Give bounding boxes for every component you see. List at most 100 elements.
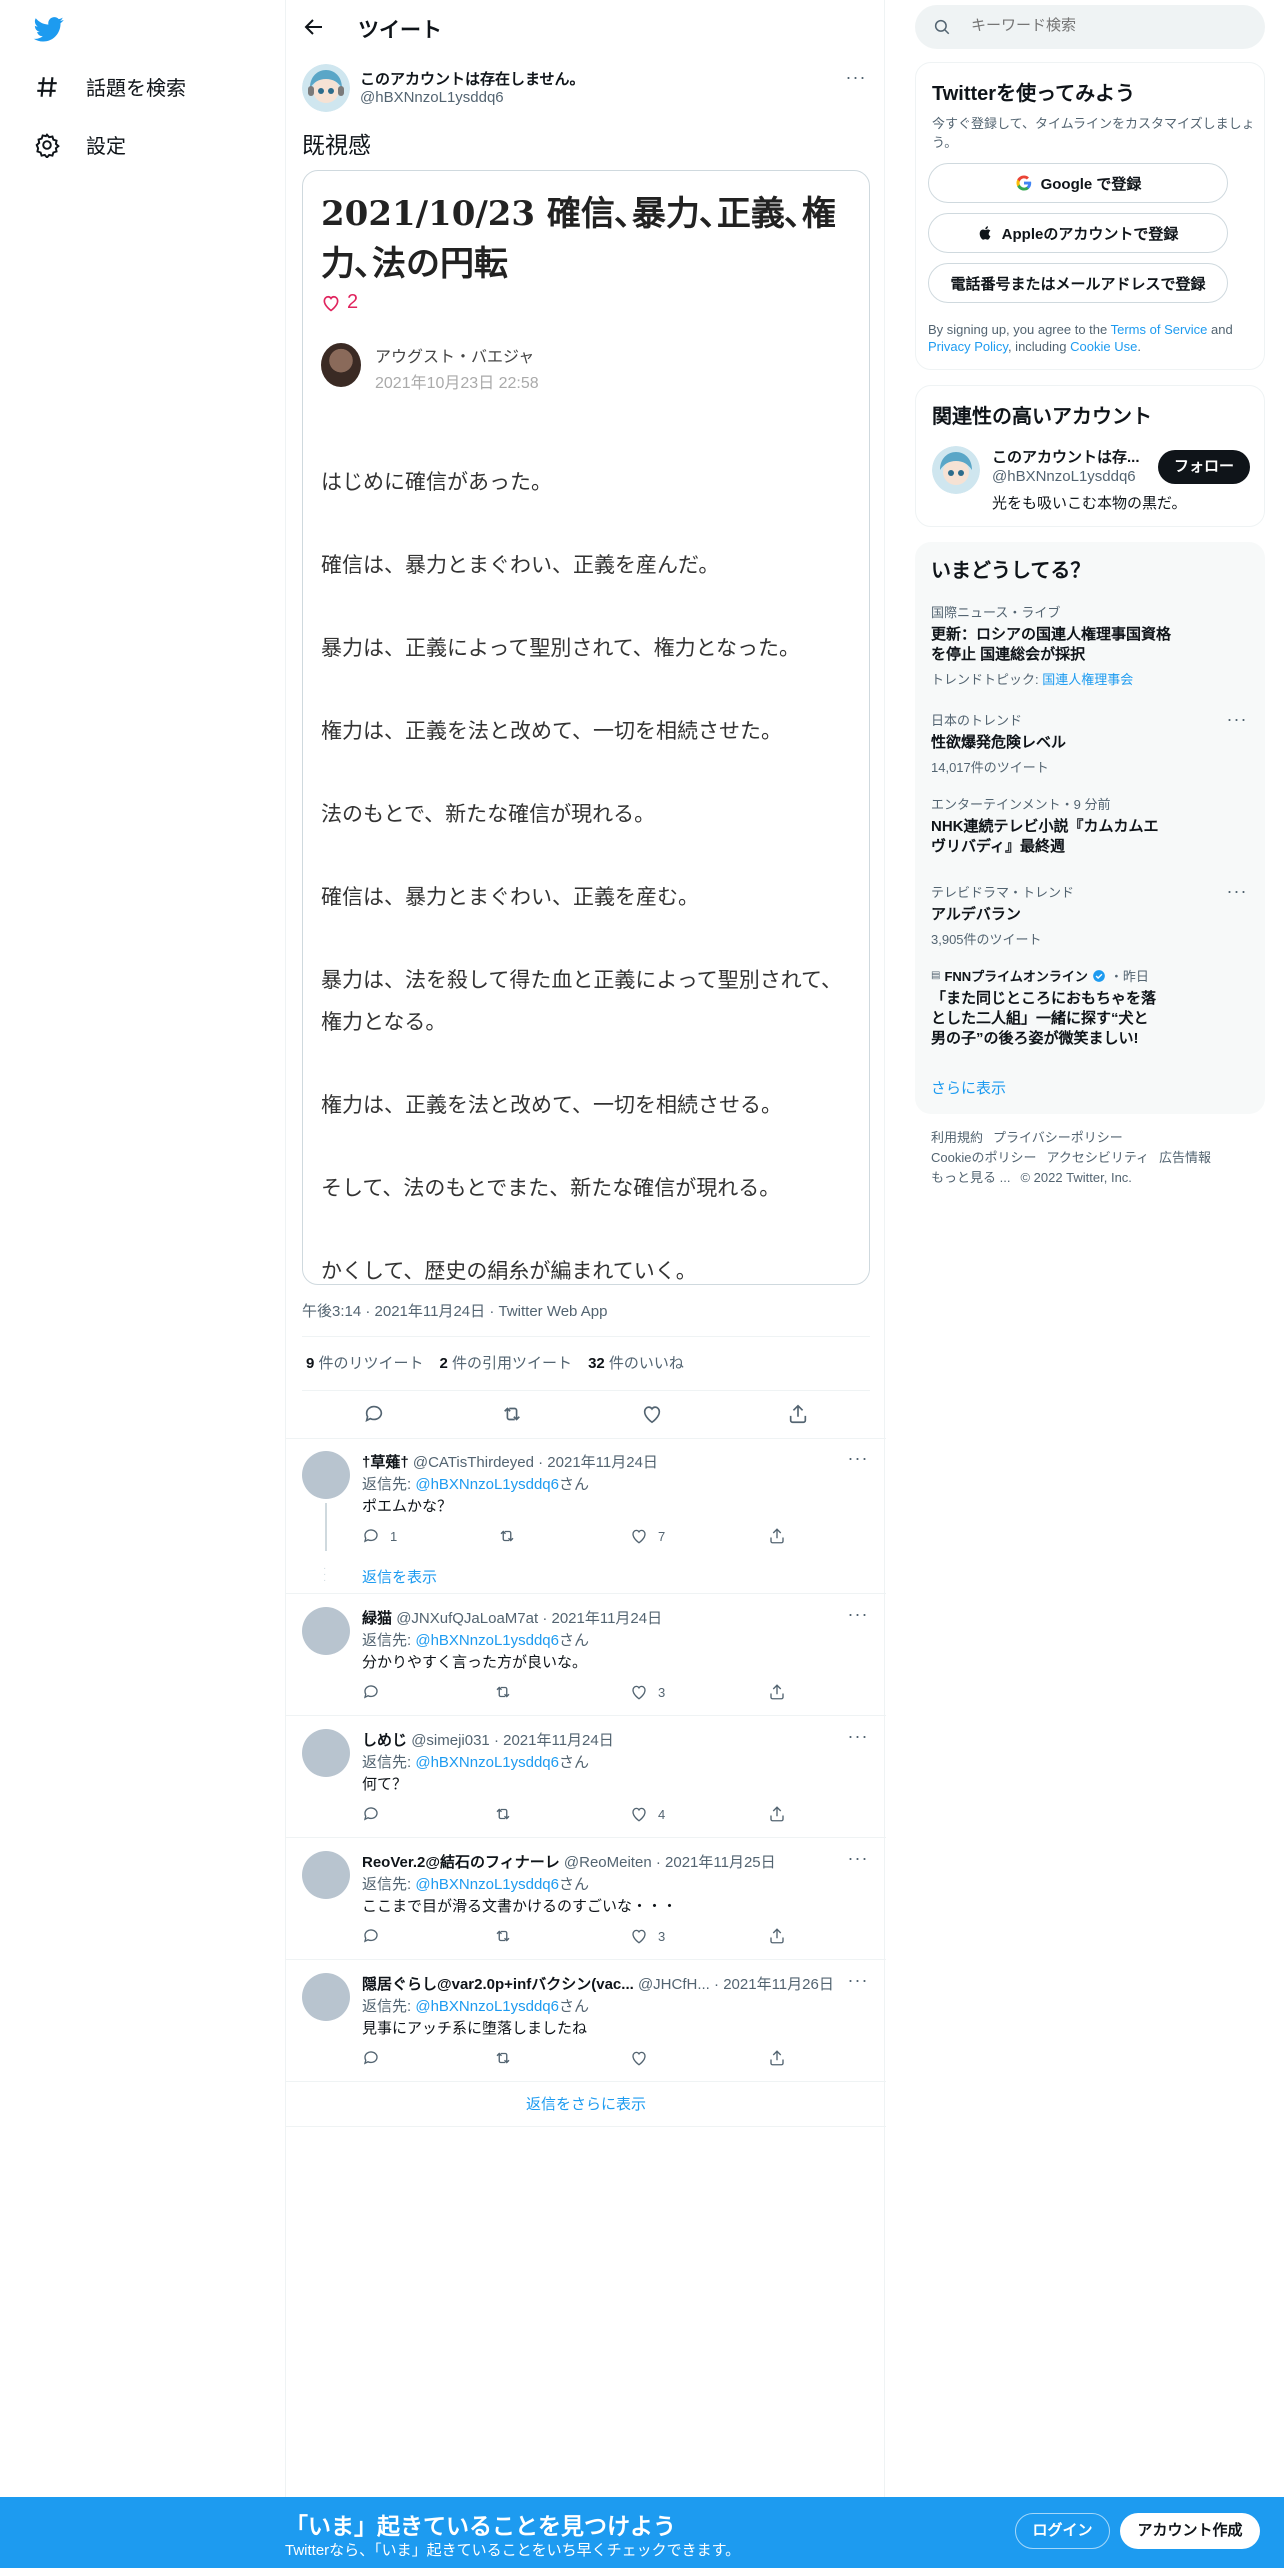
more-options-icon[interactable]: ···	[846, 1449, 870, 1475]
related-avatar[interactable]	[932, 446, 980, 494]
footer-terms-link[interactable]: 利用規約	[931, 1130, 983, 1145]
trend-item[interactable]: ▤ FNNプライムオンライン ・昨日 「また同じところにおもちゃを落とした二人組…	[931, 966, 1251, 1049]
share-button[interactable]	[768, 1805, 786, 1823]
like-button[interactable]	[630, 2049, 658, 2067]
reply-handle[interactable]: @JNXufQJaLoaM7at	[396, 1610, 538, 1627]
retweet-button[interactable]	[498, 1527, 516, 1545]
tweet-timestamp[interactable]: 午後3:14 · 2021年11月24日 · Twitter Web App	[302, 1300, 607, 1321]
phone-email-signup-button[interactable]: 電話番号またはメールアドレスで登録	[928, 263, 1228, 303]
reply-item[interactable]: しめじ @simeji031 · 2021年11月24日 ··· 返信先: @h…	[286, 1717, 886, 1838]
reply-date[interactable]: · 2021年11月26日	[714, 1976, 834, 1993]
retweet-button[interactable]	[494, 1805, 512, 1823]
like-button[interactable]: 7	[630, 1527, 665, 1545]
footer-privacy-link[interactable]: プライバシーポリシー	[993, 1130, 1123, 1145]
trends-show-more-link[interactable]: さらに表示	[931, 1077, 1006, 1098]
retweet-icon[interactable]	[501, 1403, 523, 1425]
related-handle[interactable]: @hBXNnzoL1ysddq6	[992, 468, 1136, 485]
share-button[interactable]	[768, 2049, 786, 2067]
trend-topic-link[interactable]: 国連人権理事会	[1042, 672, 1133, 687]
reply-item[interactable]: 緑猫 @JNXufQJaLoaM7at · 2021年11月24日 ··· 返信…	[286, 1595, 886, 1716]
footer-accessibility-link[interactable]: アクセシビリティ	[1046, 1150, 1149, 1165]
reply-to-handle[interactable]: @hBXNnzoL1ysddq6	[415, 1876, 559, 1893]
reply-button[interactable]	[362, 1683, 390, 1701]
reply-handle[interactable]: @JHCfH...	[638, 1976, 710, 1993]
cookie-link[interactable]: Cookie Use	[1070, 339, 1137, 354]
like-button[interactable]: 4	[630, 1805, 665, 1823]
reply-avatar[interactable]	[302, 1607, 350, 1655]
reply-button[interactable]	[362, 1927, 390, 1945]
author-handle[interactable]: @hBXNnzoL1ysddq6	[360, 89, 504, 106]
reply-button[interactable]	[362, 1805, 390, 1823]
more-options-icon[interactable]: ···	[846, 1727, 870, 1753]
reply-date[interactable]: · 2021年11月25日	[656, 1854, 776, 1871]
footer-ads-link[interactable]: 広告情報	[1159, 1150, 1211, 1165]
like-button[interactable]: 3	[630, 1927, 665, 1945]
reply-handle[interactable]: @CATisThirdeyed	[413, 1454, 534, 1471]
search-bar[interactable]	[915, 5, 1265, 49]
reply-date[interactable]: · 2021年11月24日	[494, 1732, 614, 1749]
reply-avatar[interactable]	[302, 1851, 350, 1899]
reply-handle[interactable]: @simeji031	[411, 1732, 490, 1749]
reply-to-handle[interactable]: @hBXNnzoL1ysddq6	[415, 1754, 559, 1771]
follow-button[interactable]: フォロー	[1158, 450, 1250, 484]
more-options-icon[interactable]: ···	[844, 68, 868, 94]
trend-item[interactable]: 日本のトレンド 性欲爆発危険レベル 14,017件のツイート	[931, 710, 1251, 776]
google-signup-button[interactable]: Google で登録	[928, 163, 1228, 203]
back-arrow-icon[interactable]	[302, 15, 326, 39]
retweet-button[interactable]	[494, 2049, 512, 2067]
trend-item[interactable]: 国際ニュース・ライブ 更新：ロシアの国連人権理事国資格を停止 国連総会が採択 ト…	[931, 602, 1251, 688]
terms-link[interactable]: Terms of Service	[1111, 322, 1208, 337]
nav-explore[interactable]: 話題を検索	[34, 72, 186, 101]
author-avatar[interactable]	[302, 64, 350, 112]
share-button[interactable]	[768, 1527, 786, 1545]
more-options-icon[interactable]: ···	[1225, 882, 1249, 908]
reply-name[interactable]: ReoVer.2@結石のフィナーレ	[362, 1854, 560, 1871]
reply-item[interactable]: 隠居ぐらし@var2.0p+infバクシン(vac... @JHCfH... ·…	[286, 1961, 886, 2082]
reply-item[interactable]: · · · †草薙† @CATisThirdeyed · 2021年11月24日 ·…	[286, 1439, 886, 1594]
nav-settings[interactable]: 設定	[34, 130, 126, 159]
reply-date[interactable]: · 2021年11月24日	[542, 1610, 662, 1627]
reply-to-handle[interactable]: @hBXNnzoL1ysddq6	[415, 1632, 559, 1649]
footer-more-link[interactable]: もっと見る ...	[931, 1170, 1010, 1185]
like-button[interactable]: 3	[630, 1683, 665, 1701]
retweet-button[interactable]	[494, 1683, 512, 1701]
apple-signup-button[interactable]: Appleのアカウントで登録	[928, 213, 1228, 253]
reply-handle[interactable]: @ReoMeiten	[564, 1854, 652, 1871]
reply-to-handle[interactable]: @hBXNnzoL1ysddq6	[415, 1998, 559, 2015]
trend-item[interactable]: エンターテインメント・9 分前 NHK連続テレビ小説『カムカムエヴリバディ』最終…	[931, 794, 1251, 857]
retweet-button[interactable]	[494, 1927, 512, 1945]
reply-name[interactable]: 緑猫	[362, 1610, 392, 1627]
show-more-replies-link[interactable]: 返信をさらに表示	[286, 2082, 886, 2127]
privacy-link[interactable]: Privacy Policy	[928, 339, 1008, 354]
more-options-icon[interactable]: ···	[846, 1849, 870, 1875]
likes-stat[interactable]: 32 件のいいね	[588, 1352, 684, 1373]
share-icon[interactable]	[787, 1403, 809, 1425]
reply-avatar[interactable]	[302, 1451, 350, 1499]
share-button[interactable]	[768, 1683, 786, 1701]
share-button[interactable]	[768, 1927, 786, 1945]
search-input[interactable]	[971, 17, 1241, 34]
quotes-stat[interactable]: 2 件の引用ツイート	[440, 1352, 573, 1373]
reply-button[interactable]	[362, 2049, 390, 2067]
link-card[interactable]: 2021/10/23 確信､暴力､正義､権力､法の円転 2 アウグスト・バエジャ…	[302, 170, 870, 1285]
reply-name[interactable]: †草薙†	[362, 1454, 409, 1471]
related-name[interactable]: このアカウントは存...	[992, 446, 1140, 467]
reply-icon[interactable]	[363, 1403, 385, 1425]
retweets-stat[interactable]: 9 件のリツイート	[306, 1352, 424, 1373]
login-button[interactable]: ログイン	[1015, 2513, 1110, 2549]
show-replies-link[interactable]: 返信を表示	[362, 1566, 437, 1587]
reply-avatar[interactable]	[302, 1973, 350, 2021]
reply-date[interactable]: · 2021年11月24日	[538, 1454, 658, 1471]
reply-name[interactable]: 隠居ぐらし@var2.0p+infバクシン(vac...	[362, 1976, 634, 1993]
twitter-logo-icon[interactable]	[32, 14, 66, 44]
reply-item[interactable]: ReoVer.2@結石のフィナーレ @ReoMeiten · 2021年11月2…	[286, 1839, 886, 1960]
like-icon[interactable]	[641, 1403, 663, 1425]
create-account-button[interactable]: アカウント作成	[1120, 2513, 1260, 2549]
reply-name[interactable]: しめじ	[362, 1732, 407, 1749]
reply-to-handle[interactable]: @hBXNnzoL1ysddq6	[415, 1476, 559, 1493]
more-options-icon[interactable]: ···	[846, 1605, 870, 1631]
more-options-icon[interactable]: ···	[1225, 710, 1249, 736]
author-name[interactable]: このアカウントは存在しません。	[360, 68, 585, 89]
trend-item[interactable]: テレビドラマ・トレンド アルデバラン 3,905件のツイート	[931, 882, 1251, 948]
more-options-icon[interactable]: ···	[846, 1971, 870, 1997]
